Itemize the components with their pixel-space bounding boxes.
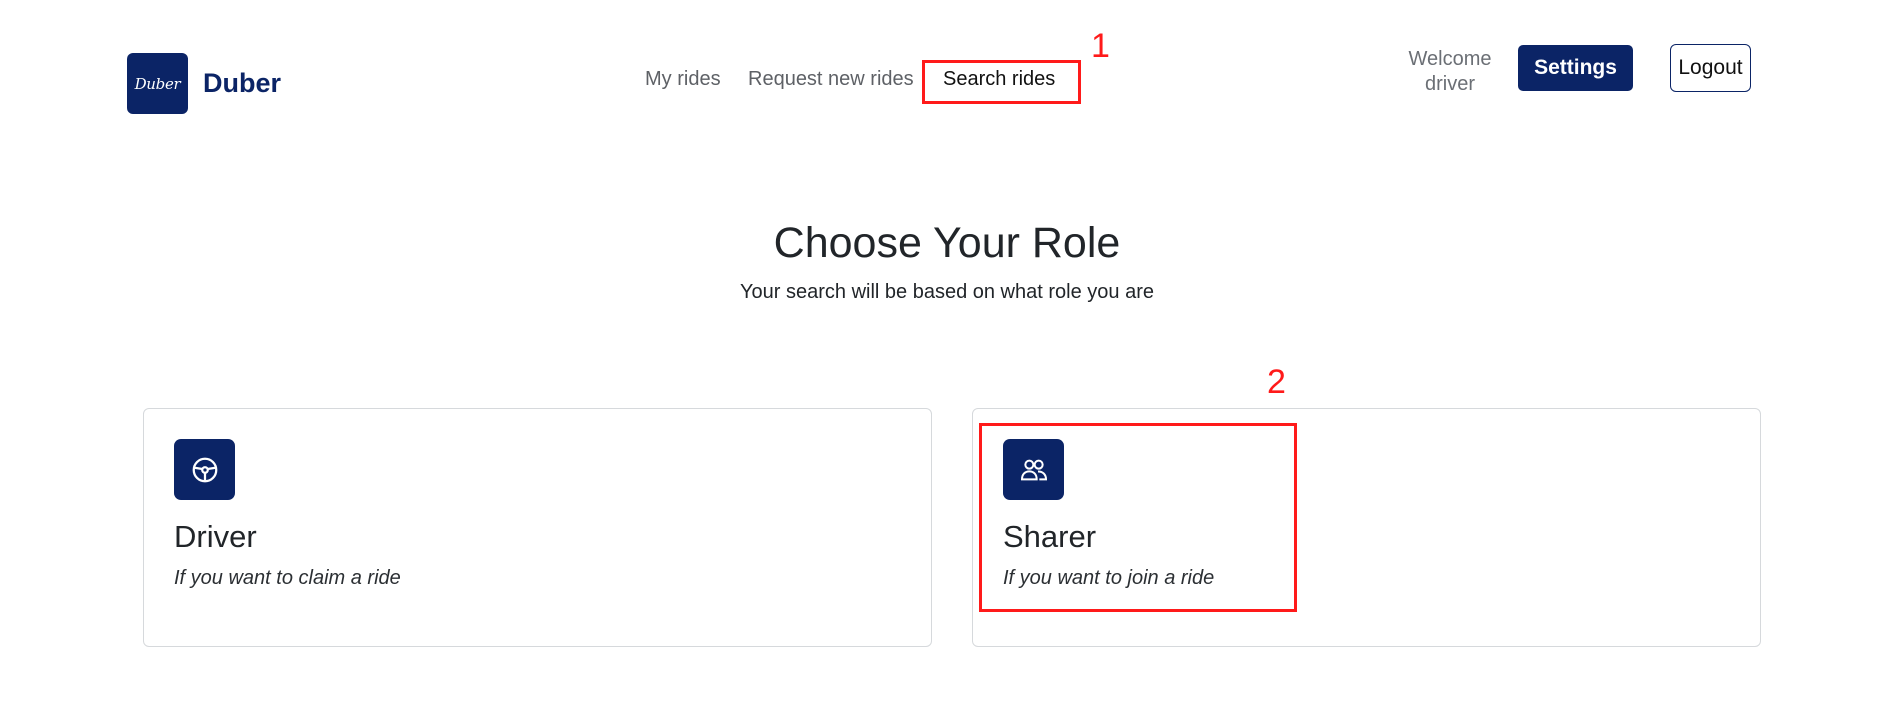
role-title-sharer: Sharer — [1003, 519, 1097, 554]
role-card-driver[interactable]: Driver If you want to claim a ride — [143, 408, 932, 647]
welcome-username: driver — [1424, 73, 1475, 95]
nav-search-rides[interactable]: Search rides — [943, 68, 1055, 91]
role-card-sharer[interactable]: Sharer If you want to join a ride — [972, 408, 1761, 647]
logout-button[interactable]: Logout — [1670, 44, 1751, 92]
page: Duber Duber My rides Request new rides S… — [0, 0, 1894, 713]
role-description-sharer: If you want to join a ride — [1003, 567, 1215, 589]
welcome-text: Welcome driver — [1398, 47, 1502, 97]
nav-request-new-rides[interactable]: Request new rides — [748, 68, 914, 91]
settings-button[interactable]: Settings — [1518, 45, 1633, 91]
page-title: Choose Your Role — [773, 219, 1121, 267]
page-subtitle: Your search will be based on what role y… — [740, 281, 1154, 303]
nav-my-rides[interactable]: My rides — [645, 68, 721, 91]
steering-wheel-icon — [174, 439, 235, 500]
role-title-driver: Driver — [174, 519, 257, 554]
role-description-driver: If you want to claim a ride — [174, 567, 401, 589]
people-icon — [1003, 439, 1064, 500]
annotation-number-1: 1 — [1091, 27, 1110, 65]
annotation-number-2: 2 — [1267, 363, 1286, 401]
welcome-line: Welcome — [1408, 48, 1492, 70]
